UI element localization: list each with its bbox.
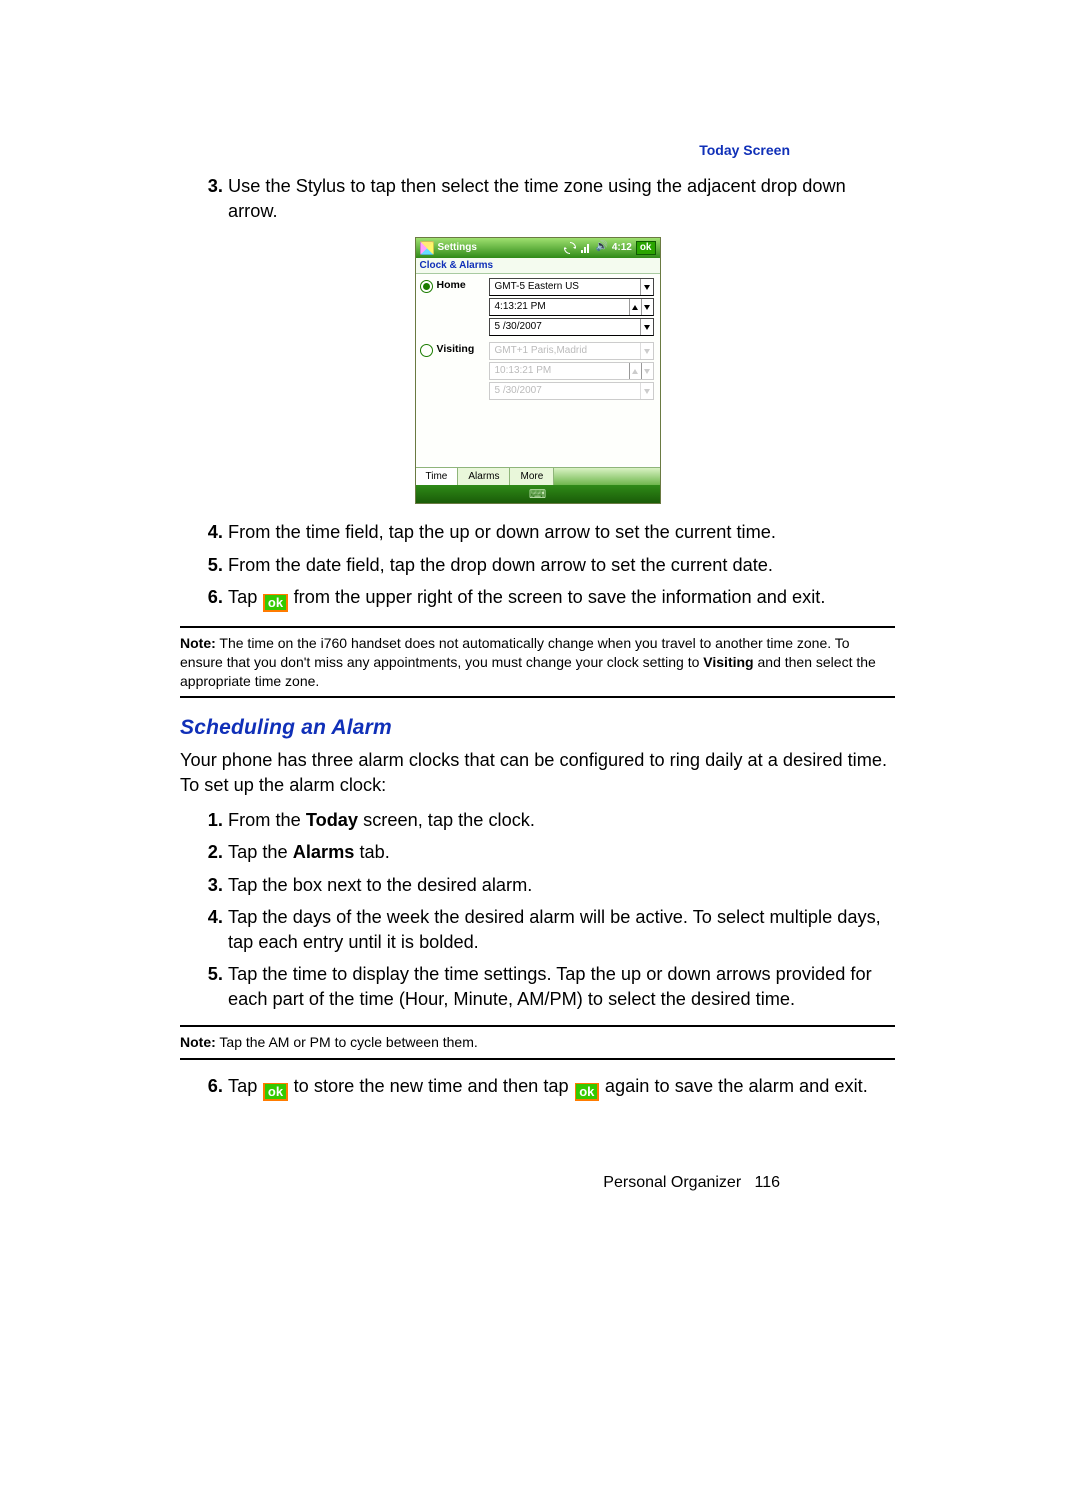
step-text: Tap the box next to the desired alarm. <box>228 875 532 895</box>
note-label: Note: <box>180 635 216 651</box>
step-c3: Tap the box next to the desired alarm. <box>228 873 895 898</box>
step-text: From the time field, tap the up or down … <box>228 522 776 542</box>
titlebar-title: Settings <box>438 243 477 253</box>
step-4: From the time field, tap the up or down … <box>228 520 895 545</box>
step-c4: Tap the days of the week the desired ala… <box>228 905 895 954</box>
step-text: Tap the time to display the time setting… <box>228 964 872 1009</box>
note-label: Note: <box>180 1034 216 1050</box>
step-c2: Tap the Alarms tab. <box>228 840 895 865</box>
step-c1: From the Today screen, tap the clock. <box>228 808 895 833</box>
time-up-button[interactable] <box>629 363 641 379</box>
tab-bar: Time Alarms More <box>416 467 660 485</box>
tab-alarms[interactable]: Alarms <box>458 468 510 485</box>
visiting-time-field[interactable]: 10:13:21 PM <box>489 362 654 380</box>
titlebar-ok-button[interactable]: ok <box>636 241 656 255</box>
step-d6: Tap ok to store the new time and then ta… <box>228 1074 895 1101</box>
time-up-button[interactable] <box>629 299 641 315</box>
alarm-intro: Your phone has three alarm clocks that c… <box>180 748 895 797</box>
steps-list-b: From the time field, tap the up or down … <box>180 520 895 612</box>
steps-list-c: From the Today screen, tap the clock. Ta… <box>180 808 895 1012</box>
note-visiting-bold: Visiting <box>703 654 753 670</box>
divider <box>180 1025 895 1027</box>
home-timezone-field[interactable]: GMT-5 Eastern US <box>489 278 654 296</box>
home-date-field[interactable]: 5 /30/2007 <box>489 318 654 336</box>
step-6-post: from the upper right of the screen to sa… <box>294 587 826 607</box>
home-row: Home GMT-5 Eastern US 4:13:21 PM <box>418 278 658 338</box>
step-5: From the date field, tap the drop down a… <box>228 553 895 578</box>
step-6-pre: Tap <box>228 587 262 607</box>
screen-body: Home GMT-5 Eastern US 4:13:21 PM <box>416 274 660 465</box>
signal-icon[interactable] <box>580 242 592 254</box>
visiting-time-value: 10:13:21 PM <box>495 366 552 376</box>
step-post: again to save the alarm and exit. <box>605 1076 868 1096</box>
document-page: Today Screen Use the Stylus to tap then … <box>0 0 1080 1492</box>
home-time-field[interactable]: 4:13:21 PM <box>489 298 654 316</box>
step-text: Tap the days of the week the desired ala… <box>228 907 881 952</box>
page-footer: Personal Organizer 116 <box>0 1174 1080 1192</box>
step-6: Tap ok from the upper right of the scree… <box>228 585 895 612</box>
step-pre: Tap <box>228 1076 262 1096</box>
note-ampm: Note: Tap the AM or PM to cycle between … <box>180 1033 895 1052</box>
speaker-icon[interactable] <box>596 242 608 254</box>
embedded-screenshot: Settings 4:12 ok Clock & Alarms Home GMT… <box>180 237 895 504</box>
device-screen: Settings 4:12 ok Clock & Alarms Home GMT… <box>415 237 661 504</box>
titlebar-clock: 4:12 <box>612 243 632 253</box>
step-3: Use the Stylus to tap then select the ti… <box>228 174 895 223</box>
start-flag-icon[interactable] <box>420 241 434 255</box>
time-down-button[interactable] <box>641 299 653 315</box>
step-bold: Today <box>306 810 358 830</box>
visiting-timezone-value: GMT+1 Paris,Madrid <box>495 346 588 356</box>
ok-icon-label: ok <box>265 1084 286 1099</box>
home-date-value: 5 /30/2007 <box>495 322 542 332</box>
chevron-down-icon[interactable] <box>640 343 653 359</box>
ok-icon-label: ok <box>576 1084 597 1099</box>
home-timezone-value: GMT-5 Eastern US <box>495 282 579 292</box>
titlebar: Settings 4:12 ok <box>416 238 660 258</box>
step-mid: to store the new time and then tap <box>294 1076 574 1096</box>
screen-subheader[interactable]: Clock & Alarms <box>416 258 660 274</box>
step-pre: Tap the <box>228 842 293 862</box>
visiting-date-value: 5 /30/2007 <box>495 386 542 396</box>
steps-list-a: Use the Stylus to tap then select the ti… <box>180 174 895 223</box>
tab-time[interactable]: Time <box>416 468 459 485</box>
footer-chapter: Personal Organizer <box>603 1174 741 1191</box>
step-post: screen, tap the clock. <box>358 810 535 830</box>
header-section-link[interactable]: Today Screen <box>699 142 790 158</box>
divider <box>180 1058 895 1060</box>
keyboard-icon[interactable] <box>529 488 546 501</box>
visiting-label: Visiting <box>437 344 483 355</box>
time-down-button[interactable] <box>641 363 653 379</box>
visiting-date-field[interactable]: 5 /30/2007 <box>489 382 654 400</box>
ok-icon: ok <box>575 1083 599 1101</box>
tab-more[interactable]: More <box>510 468 554 485</box>
step-c5: Tap the time to display the time setting… <box>228 962 895 1011</box>
visiting-timezone-field[interactable]: GMT+1 Paris,Madrid <box>489 342 654 360</box>
home-radio[interactable] <box>420 280 433 293</box>
steps-list-d: Tap ok to store the new time and then ta… <box>180 1074 895 1101</box>
chevron-down-icon[interactable] <box>640 279 653 295</box>
step-post: tab. <box>354 842 389 862</box>
chevron-down-icon[interactable] <box>640 319 653 335</box>
visiting-radio[interactable] <box>420 344 433 357</box>
ok-icon: ok <box>263 594 287 612</box>
step-text: From the date field, tap the drop down a… <box>228 555 773 575</box>
home-time-value: 4:13:21 PM <box>495 302 546 312</box>
divider <box>180 626 895 628</box>
divider <box>180 696 895 698</box>
note-timezone: Note: The time on the i760 handset does … <box>180 634 895 691</box>
footer-page-number: 116 <box>754 1174 780 1191</box>
step-text: Use the Stylus to tap then select the ti… <box>228 176 846 221</box>
note-text-body: Tap the AM or PM to cycle between them. <box>216 1034 478 1050</box>
sync-icon[interactable] <box>564 242 576 254</box>
soft-input-bar[interactable] <box>416 485 660 503</box>
ok-icon-label: ok <box>265 595 286 610</box>
step-bold: Alarms <box>293 842 355 862</box>
step-pre: From the <box>228 810 306 830</box>
chevron-down-icon[interactable] <box>640 383 653 399</box>
ok-icon: ok <box>263 1083 287 1101</box>
home-label: Home <box>437 280 483 291</box>
visiting-row: Visiting GMT+1 Paris,Madrid 10:13:21 PM <box>418 342 658 402</box>
heading-scheduling-alarm: Scheduling an Alarm <box>180 716 895 740</box>
